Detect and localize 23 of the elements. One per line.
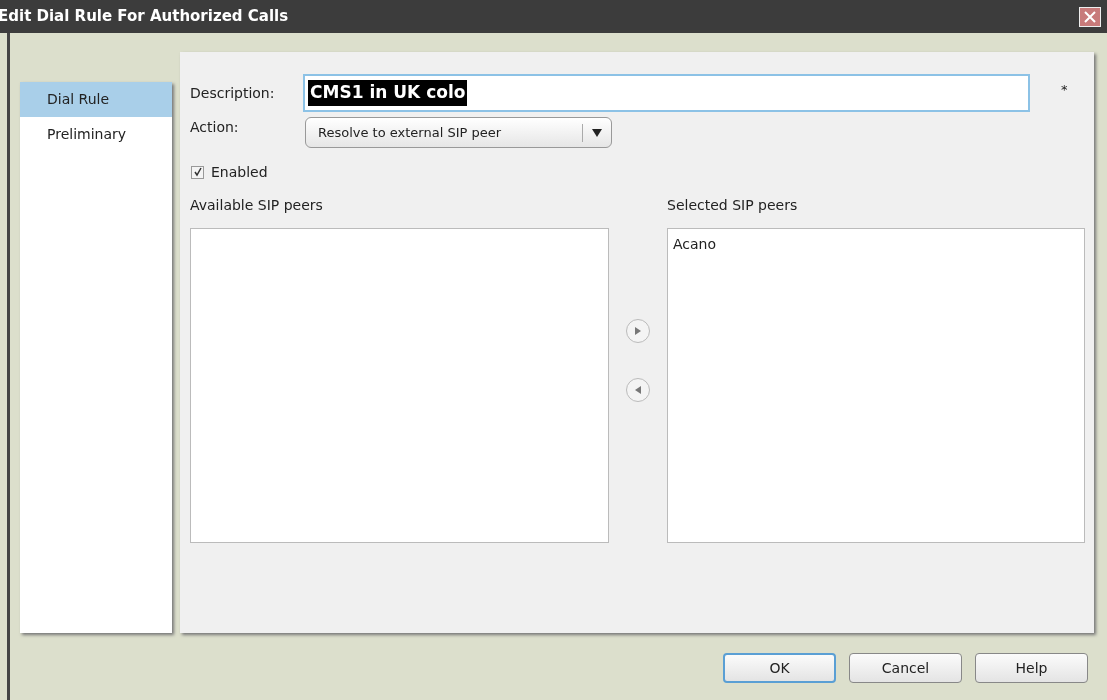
list-title: Available SIP peers: [190, 196, 324, 215]
window-title: Edit Dial Rule For Authorized Calls: [0, 6, 289, 28]
add-button[interactable]: [626, 319, 650, 343]
description-field[interactable]: CMS1 in UK colo: [303, 74, 1030, 112]
remove-button[interactable]: [626, 378, 650, 402]
field-label: Action:: [190, 118, 240, 137]
sidebar-item[interactable]: Preliminary: [20, 117, 172, 152]
action-dropdown[interactable]: Resolve to external SIP peer: [305, 117, 612, 148]
dropdown-caret-icon: [592, 128, 602, 137]
required-mark: *: [1061, 81, 1068, 99]
checkbox-label: Enabled: [211, 162, 268, 182]
dialog-button[interactable]: Help: [975, 653, 1088, 683]
list-title: Selected SIP peers: [667, 196, 799, 215]
list-item[interactable]: Acano: [673, 234, 717, 255]
sidebar-item[interactable]: Dial Rule: [20, 82, 172, 117]
close-icon: [1084, 10, 1096, 23]
right-triangle-icon: [635, 327, 641, 335]
dialog-button[interactable]: Cancel: [849, 653, 962, 683]
dialog-button[interactable]: OK: [723, 653, 836, 683]
left-triangle-icon: [635, 386, 641, 394]
enabled-checkbox[interactable]: [191, 165, 204, 179]
field-label: Description:: [190, 83, 276, 103]
close-button[interactable]: [1079, 6, 1101, 27]
